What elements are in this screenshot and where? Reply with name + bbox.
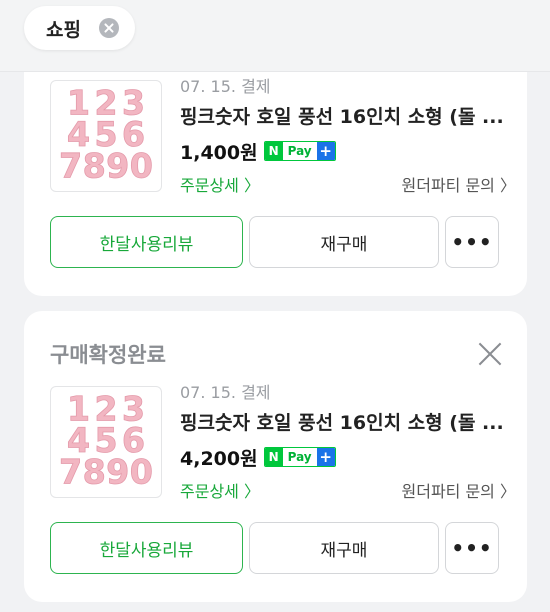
monthly-review-button[interactable]: 한달사용리뷰 — [50, 216, 243, 268]
npay-plus-badge: N Pay + — [263, 447, 336, 467]
balloon-digit: 9 — [106, 452, 129, 491]
product-title[interactable]: 핑크숫자 호일 풍선 16인치 소형 (돌 ... — [180, 410, 510, 436]
filter-bar: 쇼핑 — [0, 0, 550, 72]
more-options-button[interactable]: ••• — [445, 522, 499, 574]
order-status: 구매확정완료 — [50, 343, 166, 367]
links-row: 주문상세 〉 원더파티 문의 〉 — [180, 480, 516, 504]
balloon-digit: 8 — [83, 452, 106, 491]
npay-plus-badge: N Pay + — [263, 141, 336, 161]
order-detail-link[interactable]: 주문상세 〉 — [180, 480, 260, 504]
price: 4,200원 — [180, 447, 258, 470]
filter-chip-label: 쇼핑 — [46, 18, 81, 41]
balloon-digit: 0 — [130, 146, 153, 185]
remove-filter-icon[interactable] — [98, 18, 119, 38]
rebuy-button[interactable]: 재구매 — [249, 216, 439, 268]
shopping-filter-chip[interactable]: 쇼핑 — [24, 6, 135, 50]
monthly-review-button[interactable]: 한달사용리뷰 — [50, 522, 243, 574]
order-detail-link[interactable]: 주문상세 〉 — [180, 174, 260, 198]
links-row: 주문상세 〉 원더파티 문의 〉 — [180, 174, 516, 198]
order-card: 1234567890 07. 15. 결제 핑크숫자 호일 풍선 16인치 소형… — [24, 40, 527, 296]
pink-number-balloons-image: 1 2 34 5 67 8 9 0 — [59, 389, 154, 492]
action-buttons: 한달사용리뷰 재구매 ••• — [50, 216, 499, 268]
npay-n-icon: N — [264, 448, 283, 466]
npay-pay-label: Pay — [282, 448, 317, 466]
order-card: 구매확정완료 1234567890 07. 15. 결제 핑크숫자 호일 풍선 … — [24, 311, 527, 602]
price: 1,400원 — [180, 141, 258, 164]
balloon-digit: 7 — [59, 146, 82, 185]
balloon-digit: 0 — [130, 452, 153, 491]
npay-n-icon: N — [264, 142, 283, 160]
more-options-button[interactable]: ••• — [445, 216, 499, 268]
product-thumbnail[interactable]: 1234567890 — [50, 80, 162, 192]
rebuy-button[interactable]: 재구매 — [249, 522, 439, 574]
balloon-digit: 9 — [106, 146, 129, 185]
order-info: 07. 15. 결제 핑크숫자 호일 풍선 16인치 소형 (돌 ... 1,4… — [180, 76, 516, 198]
order-info: 07. 15. 결제 핑크숫자 호일 풍선 16인치 소형 (돌 ... 4,2… — [180, 382, 516, 504]
npay-plus-icon: + — [316, 142, 335, 160]
price-row: 4,200원 N Pay + — [180, 444, 510, 470]
npay-pay-label: Pay — [282, 142, 317, 160]
action-buttons: 한달사용리뷰 재구매 ••• — [50, 522, 499, 574]
pink-number-balloons-image: 1 2 34 5 67 8 9 0 — [59, 83, 154, 186]
payment-date: 07. 15. 결제 — [180, 77, 271, 96]
product-title[interactable]: 핑크숫자 호일 풍선 16인치 소형 (돌 ... — [180, 104, 510, 130]
seller-inquiry-link[interactable]: 원더파티 문의 〉 — [402, 174, 517, 198]
price-row: 1,400원 N Pay + — [180, 138, 510, 164]
seller-inquiry-link[interactable]: 원더파티 문의 〉 — [402, 480, 517, 504]
npay-plus-icon: + — [316, 448, 335, 466]
balloon-digit: 8 — [83, 146, 106, 185]
payment-date: 07. 15. 결제 — [180, 383, 271, 402]
balloon-digit: 7 — [59, 452, 82, 491]
close-icon[interactable] — [477, 341, 503, 367]
product-thumbnail[interactable]: 1234567890 — [50, 386, 162, 498]
